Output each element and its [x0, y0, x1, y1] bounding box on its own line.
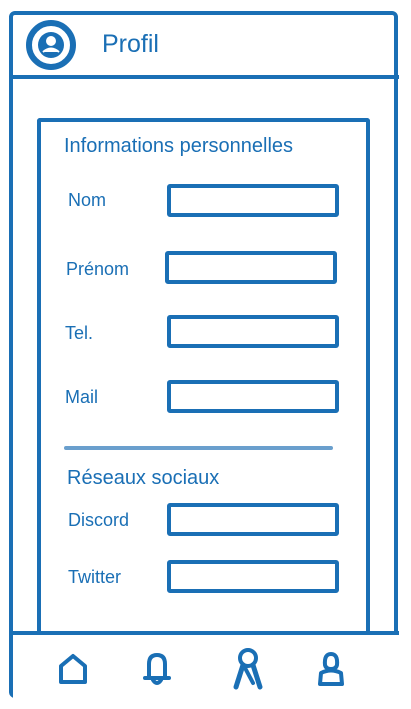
bottom-navigation — [13, 631, 399, 698]
user-avatar-icon[interactable] — [25, 19, 77, 71]
mail-label: Mail — [65, 387, 99, 407]
bell-icon[interactable] — [137, 649, 177, 689]
nom-label: Nom — [68, 190, 107, 210]
page-title: Profil — [102, 30, 159, 58]
tel-label: Tel. — [65, 323, 94, 343]
mail-field[interactable] — [167, 380, 339, 413]
home-icon[interactable] — [53, 649, 93, 689]
social-networks-title: Réseaux sociaux — [67, 467, 220, 489]
user-icon[interactable] — [311, 649, 351, 689]
discord-label: Discord — [68, 510, 130, 530]
prenom-field[interactable] — [165, 251, 337, 284]
personal-info-title: Informations personnelles — [64, 135, 294, 157]
discord-field[interactable] — [167, 503, 339, 536]
app-header: Profil — [13, 13, 399, 79]
prenom-label: Prénom — [66, 259, 130, 279]
twitter-field[interactable] — [167, 560, 339, 593]
nom-field[interactable] — [167, 184, 339, 217]
award-ribbon-icon[interactable] — [228, 648, 268, 690]
tel-field[interactable] — [167, 315, 339, 348]
twitter-label: Twitter — [68, 567, 122, 587]
section-divider — [64, 446, 333, 450]
